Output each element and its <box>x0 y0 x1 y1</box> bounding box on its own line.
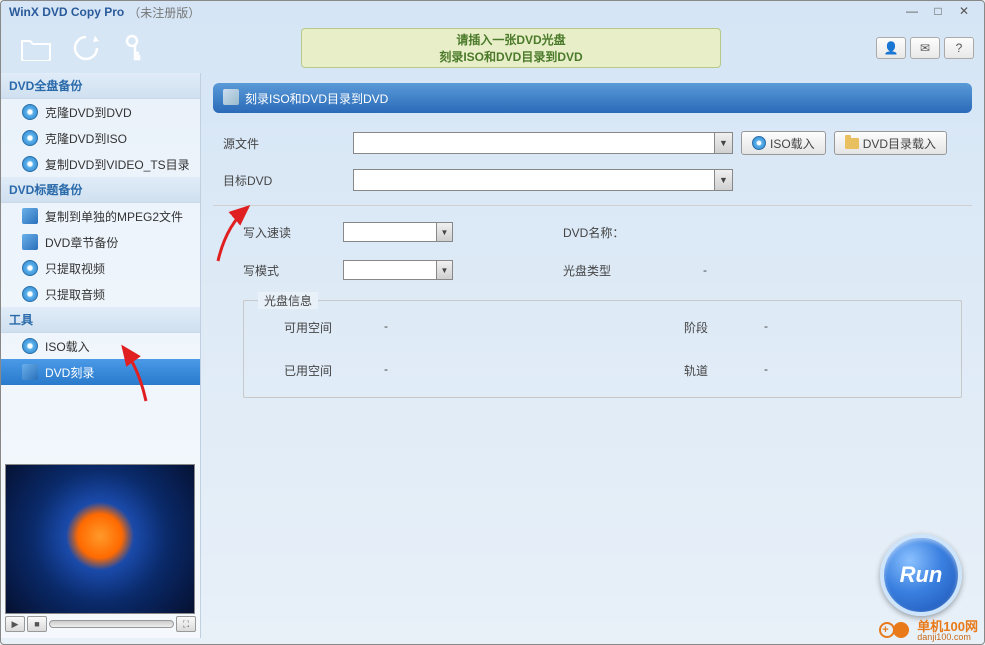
sidebar-item-clone-dvd-to-iso[interactable]: 克隆DVD到ISO <box>1 125 200 151</box>
button-label: DVD目录载入 <box>863 135 936 152</box>
divider <box>213 205 972 206</box>
dvd-dir-load-button[interactable]: DVD目录载入 <box>834 131 947 155</box>
sidebar-item-extract-audio[interactable]: 只提取音频 <box>1 281 200 307</box>
dvd-name-label: DVD名称： <box>563 224 703 241</box>
sidebar-item-dvd-burn[interactable]: DVD刻录 <box>1 359 200 385</box>
section-header: 刻录ISO和DVD目录到DVD <box>213 83 972 113</box>
notice-banner: 请插入一张DVD光盘 刻录ISO和DVD目录到DVD <box>301 28 721 68</box>
fullscreen-button[interactable]: ⛶ <box>176 616 196 632</box>
burn-section-icon <box>223 89 239 108</box>
burn-icon <box>21 363 39 381</box>
help-icon: ? <box>956 41 963 55</box>
track-value: - <box>764 362 824 379</box>
folder-icon <box>21 155 39 173</box>
player-controls: ▶ ■ ⛶ <box>5 614 196 634</box>
audio-icon <box>21 285 39 303</box>
target-dvd-label: 目标DVD <box>223 172 353 189</box>
sidebar-group-tools: 工具 <box>1 307 200 333</box>
chevron-down-icon: ▼ <box>714 133 732 153</box>
titlebar: WinX DVD Copy Pro （未注册版） — □ ✕ <box>1 1 984 23</box>
disc-type-label: 光盘类型 <box>563 262 703 279</box>
app-window: WinX DVD Copy Pro （未注册版） — □ ✕ 请插入一张DVD光… <box>0 0 985 645</box>
track-label: 轨道 <box>684 362 764 379</box>
write-speed-label: 写入速读 <box>243 224 343 241</box>
write-speed-combo[interactable]: ▼ <box>343 222 453 242</box>
sidebar-item-label: 克隆DVD到ISO <box>45 130 127 147</box>
app-title-suffix: （未注册版） <box>128 4 200 21</box>
iso-mount-icon <box>21 337 39 355</box>
sidebar-item-extract-video[interactable]: 只提取视频 <box>1 255 200 281</box>
used-space-label: 已用空间 <box>284 362 384 379</box>
minimize-button[interactable]: — <box>900 4 924 20</box>
chapter-icon <box>21 233 39 251</box>
app-title: WinX DVD Copy Pro <box>9 5 124 19</box>
stop-button[interactable]: ■ <box>27 616 47 632</box>
sidebar-item-label: DVD刻录 <box>45 364 94 381</box>
disc-info-legend: 光盘信息 <box>258 292 318 309</box>
toolbar: 请插入一张DVD光盘 刻录ISO和DVD目录到DVD 👤 ✉ ? <box>1 23 984 73</box>
source-file-label: 源文件 <box>223 135 353 152</box>
seek-slider[interactable] <box>49 620 174 628</box>
disc-type-value: - <box>703 263 783 277</box>
write-mode-label: 写模式 <box>243 262 343 279</box>
account-button[interactable]: 👤 <box>876 37 906 59</box>
folder-icon <box>845 138 859 149</box>
sidebar-item-label: 克隆DVD到DVD <box>45 104 132 121</box>
sidebar: DVD全盘备份 克隆DVD到DVD 克隆DVD到ISO 复制DVD到VIDEO_… <box>1 73 201 638</box>
target-dvd-combo[interactable]: ▼ <box>353 169 733 191</box>
watermark: + 单机100网 danji100.com <box>879 620 978 642</box>
sidebar-item-label: 复制到单独的MPEG2文件 <box>45 208 183 225</box>
refresh-button[interactable] <box>61 28 111 68</box>
maximize-button[interactable]: □ <box>926 4 950 20</box>
disc-info-fieldset: 光盘信息 可用空间 - 阶段 - 已用空间 - 轨道 - <box>243 300 962 398</box>
stage-label: 阶段 <box>684 319 764 336</box>
write-mode-combo[interactable]: ▼ <box>343 260 453 280</box>
sidebar-item-label: 只提取音频 <box>45 286 105 303</box>
close-button[interactable]: ✕ <box>952 4 976 20</box>
video-icon <box>21 259 39 277</box>
sidebar-group-title-backup: DVD标题备份 <box>1 177 200 203</box>
sidebar-item-label: 只提取视频 <box>45 260 105 277</box>
sidebar-item-label: 复制DVD到VIDEO_TS目录 <box>45 156 190 173</box>
section-title: 刻录ISO和DVD目录到DVD <box>245 90 388 107</box>
key-button[interactable] <box>111 28 161 68</box>
chevron-down-icon: ▼ <box>436 261 452 279</box>
sidebar-item-chapter-backup[interactable]: DVD章节备份 <box>1 229 200 255</box>
file-icon <box>21 207 39 225</box>
mail-icon: ✉ <box>920 41 930 55</box>
run-label: Run <box>900 562 943 588</box>
sidebar-item-label: DVD章节备份 <box>45 234 118 251</box>
available-space-label: 可用空间 <box>284 319 384 336</box>
content-panel: 刻录ISO和DVD目录到DVD 源文件 ▼ ISO载入 DVD目录载入 目标DV… <box>201 73 984 638</box>
button-label: ISO载入 <box>770 135 815 152</box>
source-file-combo[interactable]: ▼ <box>353 132 733 154</box>
preview-screen <box>5 464 195 614</box>
sidebar-group-full-backup: DVD全盘备份 <box>1 73 200 99</box>
preview-area: ▶ ■ ⛶ <box>1 460 200 638</box>
notice-line1: 请插入一张DVD光盘 <box>456 31 565 48</box>
sidebar-item-iso-mount[interactable]: ISO载入 <box>1 333 200 359</box>
stage-value: - <box>764 319 824 336</box>
chevron-down-icon: ▼ <box>714 170 732 190</box>
watermark-url: danji100.com <box>917 633 978 642</box>
notice-line2: 刻录ISO和DVD目录到DVD <box>439 48 582 65</box>
sidebar-item-clone-dvd-to-dvd[interactable]: 克隆DVD到DVD <box>1 99 200 125</box>
iso-load-button[interactable]: ISO载入 <box>741 131 826 155</box>
user-icon: 👤 <box>884 41 899 55</box>
available-space-value: - <box>384 319 504 336</box>
mail-button[interactable]: ✉ <box>910 37 940 59</box>
play-button[interactable]: ▶ <box>5 616 25 632</box>
used-space-value: - <box>384 362 504 379</box>
iso-icon <box>21 129 39 147</box>
sidebar-item-copy-mpeg2[interactable]: 复制到单独的MPEG2文件 <box>1 203 200 229</box>
help-button[interactable]: ? <box>944 37 974 59</box>
open-folder-button[interactable] <box>11 28 61 68</box>
chevron-down-icon: ▼ <box>436 223 452 241</box>
run-button[interactable]: Run <box>880 534 962 616</box>
sidebar-item-label: ISO载入 <box>45 338 90 355</box>
iso-icon <box>752 136 766 150</box>
disc-icon <box>21 103 39 121</box>
watermark-logo-icon: + <box>879 622 913 640</box>
sidebar-item-copy-to-videots[interactable]: 复制DVD到VIDEO_TS目录 <box>1 151 200 177</box>
